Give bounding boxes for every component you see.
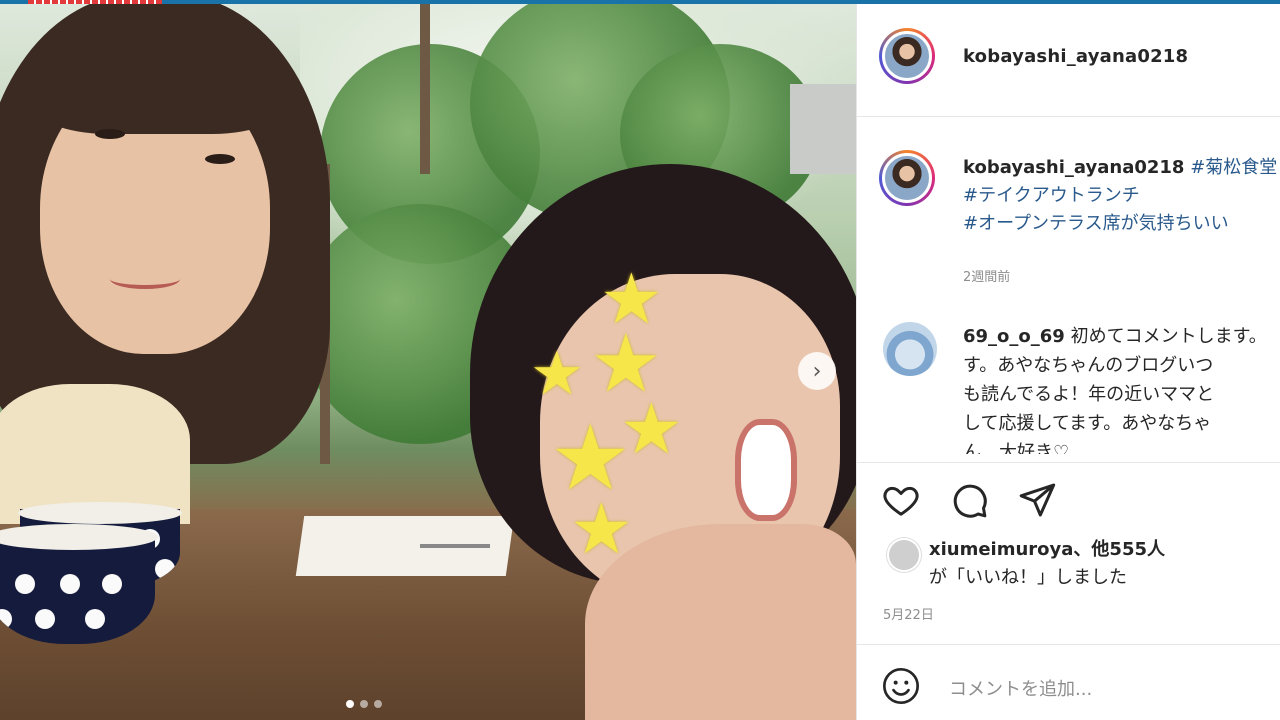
woman-eye — [205, 154, 235, 164]
woman-bangs — [30, 24, 290, 134]
woman-eye — [95, 129, 125, 139]
actions-divider — [857, 462, 1280, 463]
post-photo: ★ ★ ★ ★ ★ ★ › — [0, 4, 856, 720]
caption-timestamp[interactable]: 2週間前 — [963, 266, 1010, 285]
comment-text-line: 初めてコメントします。 — [1070, 326, 1267, 347]
teacup-rim — [18, 502, 182, 524]
star-sticker: ★ — [530, 339, 584, 409]
photo-pen — [420, 544, 490, 548]
post-caption: kobayashi_ayana0218 #菊松食堂 #テイクアウトランチ #オー… — [963, 154, 1280, 238]
likes-suffix: が「いいね！」しました — [929, 567, 1127, 588]
carousel-dot-active — [346, 700, 354, 708]
header-divider — [857, 116, 1280, 117]
teacup — [0, 534, 155, 644]
caption-avatar[interactable] — [879, 150, 935, 206]
likes-users[interactable]: xiumeimuroya、他555人 — [929, 539, 1165, 560]
comment-text-line: ん、大好き♡ — [963, 442, 1070, 454]
carousel-dot — [374, 700, 382, 708]
comment-input[interactable] — [947, 672, 1271, 706]
hashtag-link[interactable]: #テイクアウトランチ — [963, 185, 1140, 206]
liker-avatar[interactable] — [887, 538, 921, 572]
carousel-indicator — [346, 700, 382, 708]
hashtag-link[interactable]: #オープンテラス席が気持ちいい — [963, 213, 1229, 234]
post-date[interactable]: 5月22日 — [883, 604, 934, 623]
photo-tree-trunk — [420, 4, 430, 174]
comment-icon[interactable] — [949, 480, 989, 520]
carousel-next-button[interactable]: › — [798, 352, 836, 390]
hashtag-link[interactable]: #菊松食堂 — [1190, 157, 1277, 178]
carousel-dot — [360, 700, 368, 708]
post-side-panel: kobayashi_ayana0218 kobayashi_ayana0218 … — [856, 4, 1280, 720]
comment-divider — [857, 644, 1280, 645]
chevron-right-icon: › — [812, 358, 822, 384]
header-avatar[interactable] — [879, 28, 935, 84]
child-smile — [735, 419, 797, 521]
post-actions — [881, 480, 1057, 520]
comment-body: 69_o_o_69 初めてコメントします。 す。あやなちゃんのブログいつ も読ん… — [963, 322, 1280, 454]
commenter-avatar[interactable] — [883, 322, 937, 376]
star-sticker: ★ — [620, 388, 683, 470]
star-sticker: ★ — [570, 488, 633, 570]
heart-icon[interactable] — [881, 480, 921, 520]
caption-username[interactable]: kobayashi_ayana0218 — [963, 157, 1184, 178]
photo-building — [790, 84, 856, 174]
woman-mouth — [110, 269, 180, 289]
header-username[interactable]: kobayashi_ayana0218 — [963, 46, 1188, 67]
share-icon[interactable] — [1017, 480, 1057, 520]
comment-text-line: して応援してます。あやなちゃ — [963, 413, 1212, 434]
comment-text-line: も読んでるよ！年の近いママと — [963, 384, 1215, 405]
comment-text-line: す。あやなちゃんのブログいつ — [963, 355, 1214, 376]
likes-summary: xiumeimuroya、他555人 が「いいね！」しました — [929, 536, 1165, 592]
emoji-icon[interactable] — [881, 666, 921, 706]
comment-username[interactable]: 69_o_o_69 — [963, 326, 1065, 347]
